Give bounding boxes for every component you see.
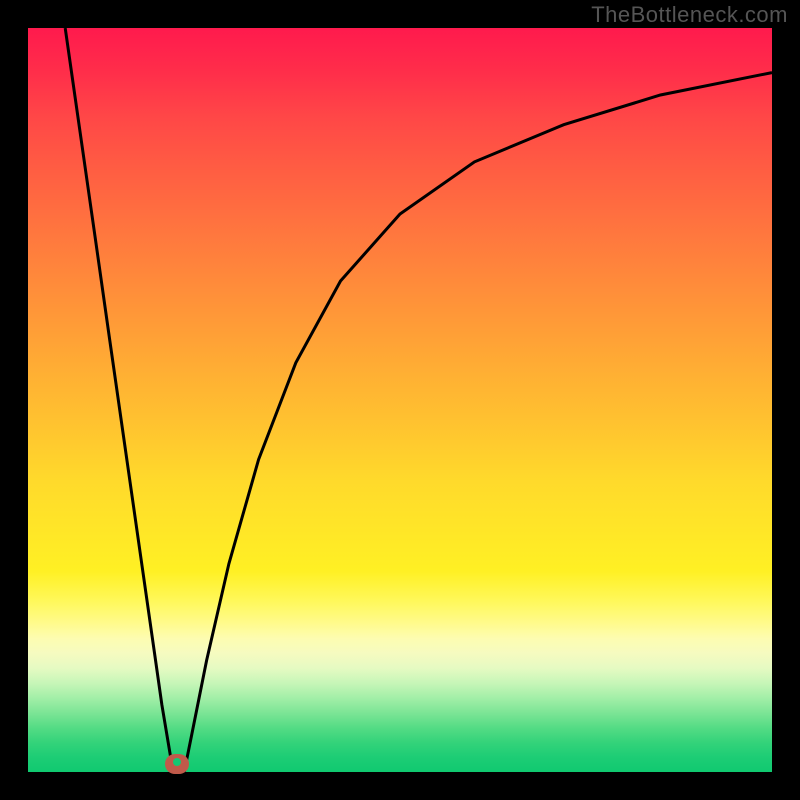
minimum-marker-inner [173, 758, 181, 766]
watermark-text: TheBottleneck.com [591, 2, 788, 28]
curve-right-branch [184, 73, 772, 772]
chart-curves-svg [28, 28, 772, 772]
minimum-marker [165, 754, 189, 774]
chart-frame: TheBottleneck.com [0, 0, 800, 800]
curve-left-branch [65, 28, 173, 772]
